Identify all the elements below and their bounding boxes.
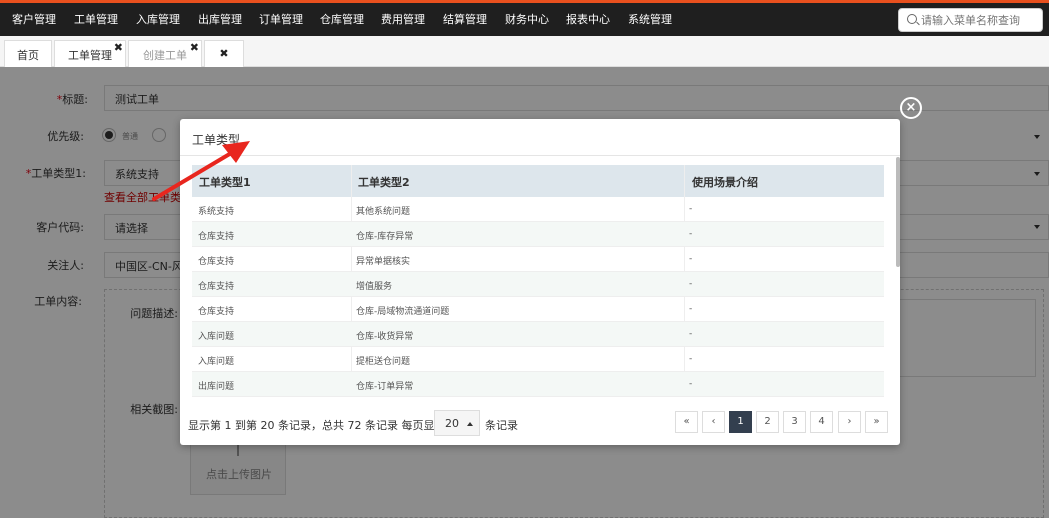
page-last-button[interactable]: » [865,411,888,433]
nav-system[interactable]: 系统管理 [628,11,672,27]
tab-create-workorder[interactable]: 创建工单 ✖ [128,40,202,67]
cell-type2: 其他系统问题 [356,207,411,217]
cell-type1: 系统支持 [198,207,235,217]
record-summary: 显示第 1 到第 20 条记录，总共 72 条记录 每页显示 [188,419,446,432]
table-row[interactable]: 出库问题 仓库-订单异常 - [192,372,884,397]
cell-type2: 异常单据核实 [356,257,411,267]
tab-workorder-management[interactable]: 工单管理 ✖ [54,40,126,67]
cell-scenario: - [689,254,693,264]
cell-type1: 仓库支持 [198,257,235,267]
page-4-button[interactable]: 4 [810,411,833,433]
page-prev-button[interactable]: ‹ [702,411,725,433]
tab-label: 首页 [17,49,39,62]
cell-type2: 仓库-局域物流通道问题 [356,307,450,317]
table-row[interactable]: 入库问题 提柜送仓问题 - [192,347,884,372]
top-nav: 客户管理 工单管理 入库管理 出库管理 订单管理 仓库管理 费用管理 结算管理 … [0,0,1049,36]
page-first-button[interactable]: « [675,411,698,433]
table-scrollbar[interactable] [896,157,900,267]
cell-scenario: - [689,379,693,389]
cell-type1: 仓库支持 [198,307,235,317]
cell-scenario: - [689,204,693,214]
cell-scenario: - [689,304,693,314]
search-icon [907,14,917,24]
table-row[interactable]: 系统支持 其他系统问题 - [192,197,884,222]
records-suffix: 条记录 [485,419,518,432]
nav-report[interactable]: 报表中心 [566,11,610,27]
nav-fee[interactable]: 费用管理 [381,11,425,27]
page-1-button[interactable]: 1 [729,411,752,433]
nav-order[interactable]: 订单管理 [259,11,303,27]
cell-type1: 仓库支持 [198,232,235,242]
cell-type1: 仓库支持 [198,282,235,292]
close-icon[interactable]: ✖ [114,41,123,54]
cell-type1: 入库问题 [198,357,235,367]
cell-scenario: - [689,354,693,364]
workorder-type-modal: 工单类型 工单类型1 工单类型2 使用场景介绍 系统支持 其他系统问题 - 仓库… [180,119,900,445]
cell-type1: 出库问题 [198,382,235,392]
nav-customer[interactable]: 客户管理 [12,11,56,27]
modal-divider [180,155,900,156]
close-icon[interactable]: × [900,97,922,119]
table-row[interactable]: 仓库支持 仓库-库存异常 - [192,222,884,247]
nav-workorder[interactable]: 工单管理 [74,11,118,27]
menu-search-input[interactable] [921,12,1039,28]
column-header-scenario[interactable]: 使用场景介绍 [692,174,758,190]
nav-warehouse[interactable]: 仓库管理 [320,11,364,27]
nav-outbound[interactable]: 出库管理 [198,11,242,27]
page-size-value: 20 [445,417,459,430]
cell-type2: 仓库-收货异常 [356,332,414,342]
table-row[interactable]: 入库问题 仓库-收货异常 - [192,322,884,347]
annotation-arrow [152,141,250,201]
cell-type2: 仓库-订单异常 [356,382,414,392]
nav-finance[interactable]: 财务中心 [505,11,549,27]
page-2-button[interactable]: 2 [756,411,779,433]
cell-type2: 仓库-库存异常 [356,232,414,242]
tab-label: 创建工单 [143,49,187,62]
table-row[interactable]: 仓库支持 异常单据核实 - [192,247,884,272]
close-icon[interactable]: ✖ [190,41,199,54]
tab-bar: 首页 工单管理 ✖ 创建工单 ✖ ✖ [0,36,1049,67]
table-row[interactable]: 仓库支持 增值服务 - [192,272,884,297]
cell-type2: 提柜送仓问题 [356,357,411,367]
column-header-type2[interactable]: 工单类型2 [358,174,410,190]
tab-close-all[interactable]: ✖ [204,40,244,67]
page-3-button[interactable]: 3 [783,411,806,433]
cell-scenario: - [689,229,693,239]
tab-label: 工单管理 [68,49,112,62]
menu-search [898,8,1043,32]
tab-home[interactable]: 首页 [4,40,52,67]
cell-type2: 增值服务 [356,282,393,292]
workorder-type-table: 工单类型1 工单类型2 使用场景介绍 系统支持 其他系统问题 - 仓库支持 仓库… [192,165,884,397]
page-size-select[interactable]: 20 [434,410,480,436]
caret-up-icon [467,422,473,426]
nav-inbound[interactable]: 入库管理 [136,11,180,27]
table-row[interactable]: 仓库支持 仓库-局域物流通道问题 - [192,297,884,322]
page-next-button[interactable]: › [838,411,861,433]
cell-type1: 入库问题 [198,332,235,342]
table-header: 工单类型1 工单类型2 使用场景介绍 [192,165,884,197]
close-icon[interactable]: ✖ [219,47,228,60]
nav-settlement[interactable]: 结算管理 [443,11,487,27]
cell-scenario: - [689,279,693,289]
cell-scenario: - [689,329,693,339]
